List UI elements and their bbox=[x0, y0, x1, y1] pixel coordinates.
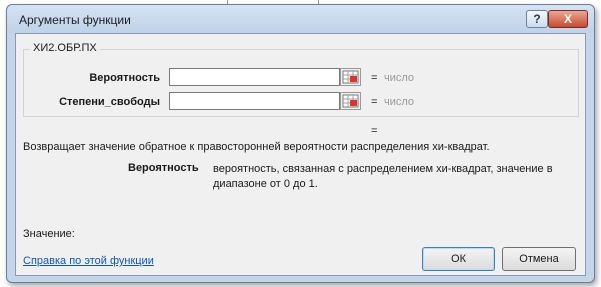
range-select-icon bbox=[342, 94, 359, 108]
current-param-name: Вероятность bbox=[128, 162, 199, 174]
equals-sign: = bbox=[371, 96, 378, 108]
function-arguments-dialog: Аргументы функции ? X ХИ2.ОБР.ПХ Вероятн… bbox=[6, 4, 595, 283]
title-bar[interactable]: Аргументы функции ? X bbox=[7, 5, 594, 33]
dialog-title: Аргументы функции bbox=[19, 13, 131, 27]
arg-type-hint: число bbox=[384, 96, 415, 108]
cancel-button[interactable]: Отмена bbox=[502, 247, 576, 271]
collapse-dialog-button-probability[interactable] bbox=[340, 68, 361, 86]
function-result-equals: = bbox=[371, 125, 378, 137]
help-button[interactable]: ? bbox=[526, 10, 548, 28]
range-select-icon bbox=[342, 70, 359, 84]
function-description: Возвращает значение обратное к правостор… bbox=[23, 141, 490, 153]
function-name: ХИ2.ОБР.ПХ bbox=[30, 42, 100, 54]
close-button[interactable]: X bbox=[548, 10, 588, 28]
current-param-description: вероятность, связанная с распределением … bbox=[213, 163, 553, 190]
arg-label-probability: Вероятность bbox=[89, 72, 160, 84]
value-label: Значение: bbox=[23, 228, 75, 240]
probability-input[interactable] bbox=[169, 68, 340, 86]
arg-label-degrees-freedom: Степени_свободы bbox=[59, 96, 160, 108]
degrees-freedom-input[interactable] bbox=[169, 92, 340, 110]
equals-sign: = bbox=[371, 72, 378, 84]
ok-button[interactable]: ОК bbox=[422, 247, 495, 271]
collapse-dialog-button-degrees-freedom[interactable] bbox=[340, 92, 361, 110]
dialog-body: ХИ2.ОБР.ПХ Вероятность = число Степени_с… bbox=[15, 33, 586, 276]
arg-type-hint: число bbox=[384, 72, 415, 84]
function-help-link[interactable]: Справка по этой функции bbox=[23, 255, 154, 267]
